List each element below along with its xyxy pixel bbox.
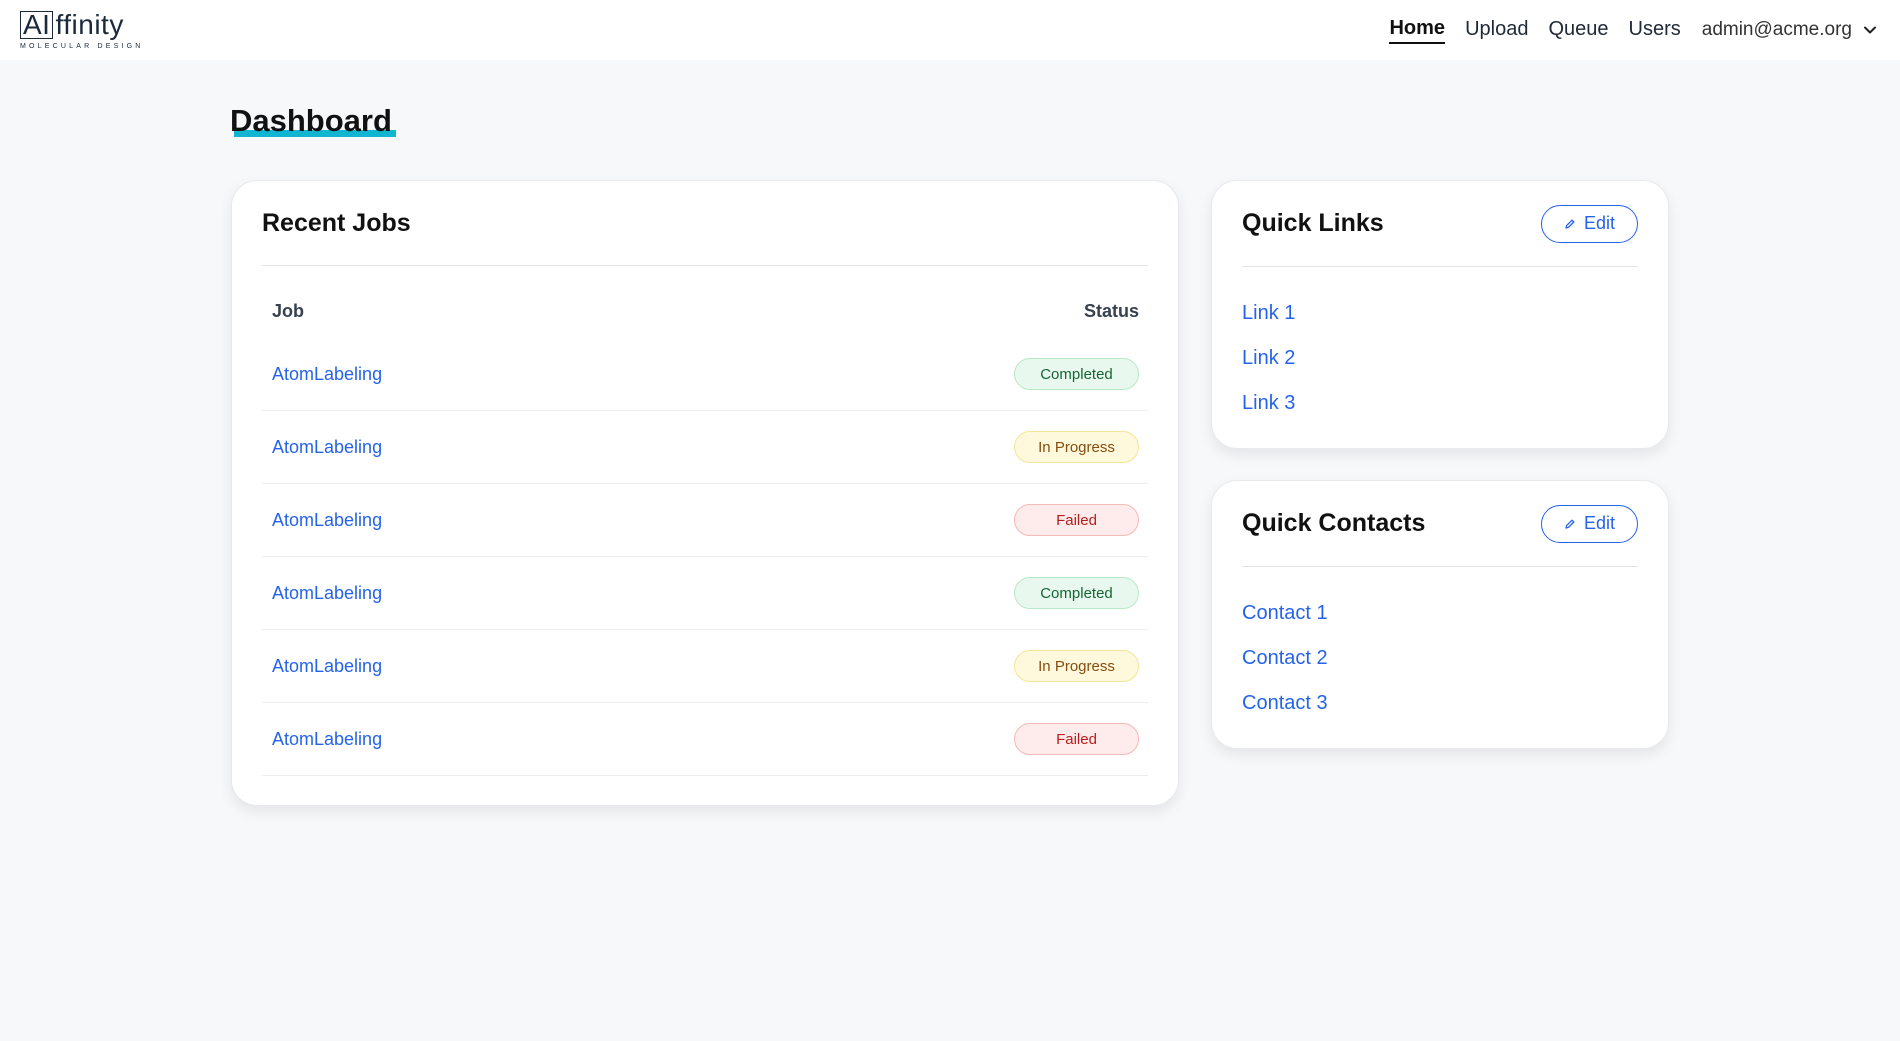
edit-label: Edit — [1583, 513, 1616, 533]
jobs-table-body: AtomLabeling Completed AtomLabeling In P… — [262, 338, 1148, 776]
jobs-table-header: Job Status — [262, 299, 1148, 323]
job-link[interactable]: AtomLabeling — [272, 729, 382, 750]
quick-links-list: Link 1 Link 2 Link 3 — [1242, 299, 1295, 434]
status-badge: Completed — [1014, 577, 1139, 609]
status-badge: Completed — [1014, 358, 1139, 390]
main-nav: Home Upload Queue Users admin@acme.org — [1369, 17, 1878, 44]
job-link[interactable]: AtomLabeling — [272, 656, 382, 677]
page-title: Dashboard — [230, 103, 392, 138]
quick-links-card: Quick Links Edit Link 1 Link 2 Link 3 — [1211, 180, 1669, 449]
recent-jobs-card: Recent Jobs Job Status AtomLabeling Comp… — [231, 180, 1179, 806]
column-header-job: Job — [272, 300, 305, 321]
quick-contacts-card: Quick Contacts Edit Contact 1 Contact 2 … — [1211, 480, 1669, 749]
table-row: AtomLabeling Completed — [262, 338, 1148, 411]
nav-users[interactable]: Users — [1629, 18, 1681, 43]
quick-link-item[interactable]: Link 3 — [1242, 389, 1295, 434]
status-badge: In Progress — [1014, 431, 1139, 463]
user-menu[interactable]: admin@acme.org — [1702, 19, 1878, 41]
pencil-icon — [1565, 219, 1575, 229]
logo-wordmark: AI ffinity — [20, 8, 144, 40]
status-badge: Failed — [1014, 504, 1139, 536]
quick-contacts-header: Quick Contacts Edit — [1242, 481, 1638, 567]
recent-jobs-title: Recent Jobs — [262, 208, 411, 237]
quick-contact-item[interactable]: Contact 1 — [1242, 599, 1328, 644]
quick-contacts-list: Contact 1 Contact 2 Contact 3 — [1242, 599, 1328, 734]
table-row: AtomLabeling In Progress — [262, 630, 1148, 703]
table-row: AtomLabeling Failed — [262, 703, 1148, 776]
nav-home[interactable]: Home — [1389, 17, 1446, 44]
edit-label: Edit — [1583, 213, 1616, 233]
column-header-status: Status — [1083, 300, 1139, 321]
quick-link-item[interactable]: Link 2 — [1242, 344, 1295, 389]
nav-upload[interactable]: Upload — [1465, 18, 1528, 43]
table-row: AtomLabeling Failed — [262, 484, 1148, 557]
app-logo[interactable]: AI ffinity MOLECULAR DESIGN — [20, 8, 144, 50]
logo-ai-box: AI — [20, 10, 54, 39]
jobs-table: Job Status AtomLabeling Completed AtomLa… — [262, 299, 1148, 776]
quick-contacts-title: Quick Contacts — [1242, 509, 1426, 537]
job-link[interactable]: AtomLabeling — [272, 364, 382, 385]
quick-contact-item[interactable]: Contact 3 — [1242, 689, 1328, 734]
quick-links-header: Quick Links Edit — [1242, 181, 1638, 267]
job-link[interactable]: AtomLabeling — [272, 510, 382, 531]
job-link[interactable]: AtomLabeling — [272, 583, 382, 604]
edit-quick-links-button[interactable]: Edit — [1541, 204, 1638, 243]
recent-jobs-header: Recent Jobs — [262, 181, 1148, 266]
job-link[interactable]: AtomLabeling — [272, 437, 382, 458]
quick-links-title: Quick Links — [1242, 209, 1384, 237]
table-row: AtomLabeling Completed — [262, 557, 1148, 630]
table-row: AtomLabeling In Progress — [262, 411, 1148, 484]
quick-contact-item[interactable]: Contact 2 — [1242, 644, 1328, 689]
user-email: admin@acme.org — [1701, 19, 1852, 40]
status-badge: Failed — [1014, 723, 1139, 755]
chevron-down-icon — [1864, 26, 1876, 34]
logo-tagline: MOLECULAR DESIGN — [20, 42, 144, 50]
pencil-icon — [1565, 519, 1575, 529]
top-navbar: AI ffinity MOLECULAR DESIGN Home Upload … — [0, 0, 1900, 60]
status-badge: In Progress — [1014, 650, 1139, 682]
quick-link-item[interactable]: Link 1 — [1242, 299, 1295, 344]
logo-text: ffinity — [55, 8, 124, 40]
nav-queue[interactable]: Queue — [1548, 18, 1608, 43]
edit-quick-contacts-button[interactable]: Edit — [1541, 504, 1638, 543]
